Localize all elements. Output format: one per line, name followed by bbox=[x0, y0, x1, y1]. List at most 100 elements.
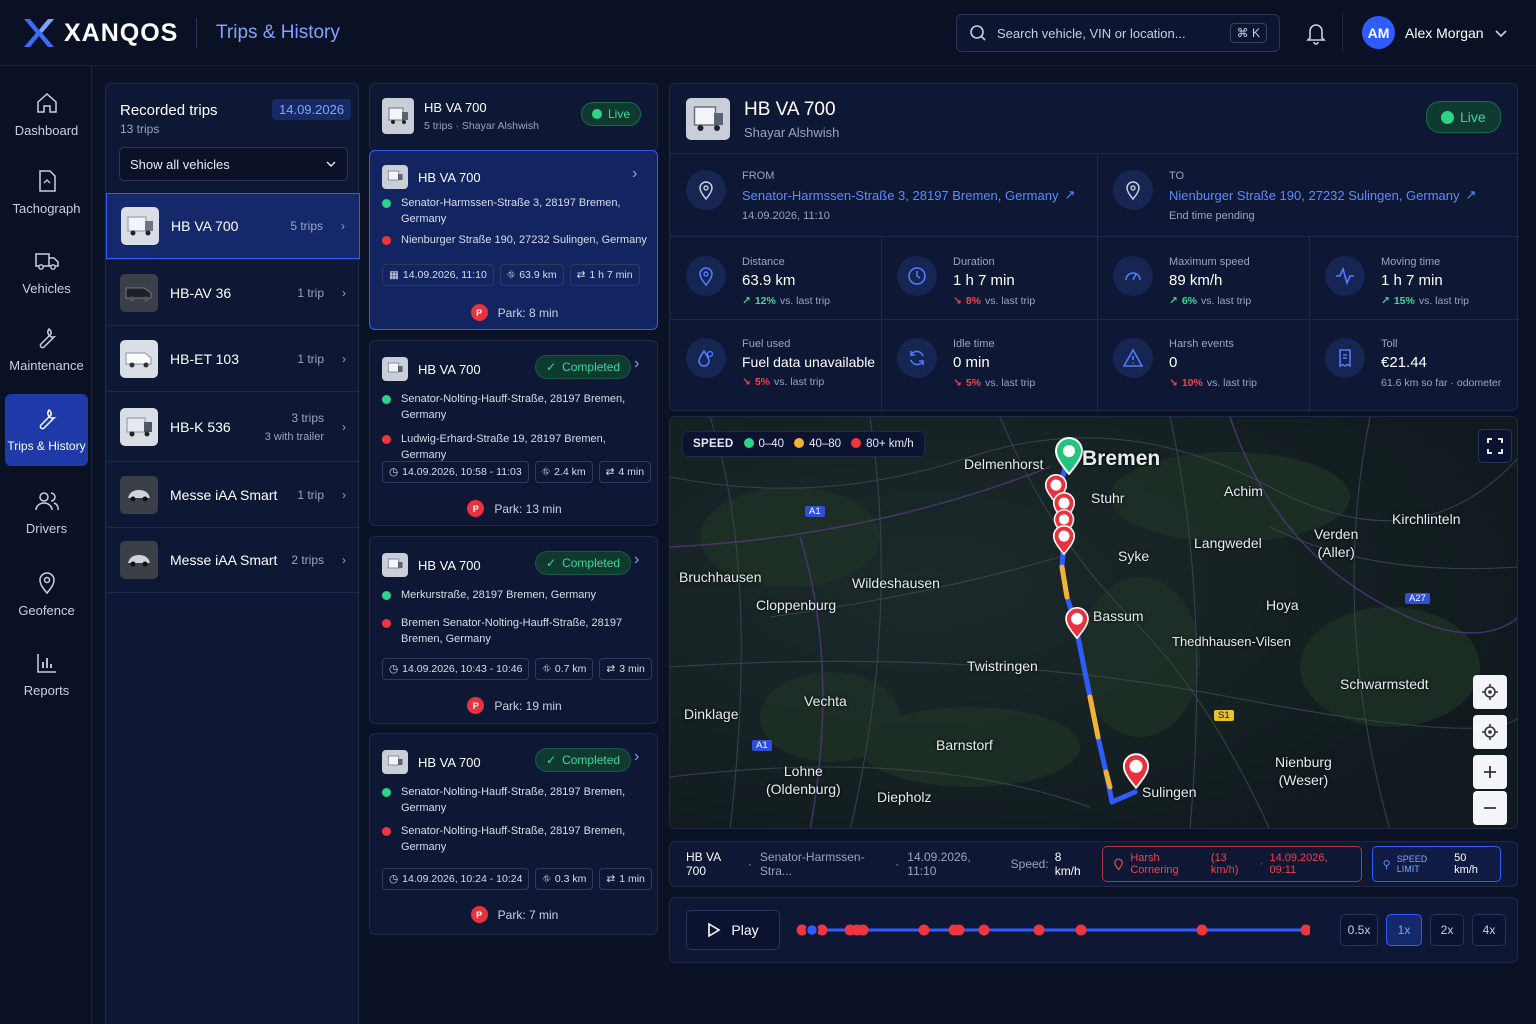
stat-label: Fuel used bbox=[742, 338, 791, 350]
speed-0.5x-button[interactable]: 0.5x bbox=[1340, 914, 1378, 946]
trip-map[interactable]: Bremen Delmenhorst Stuhr Achim Kirchlint… bbox=[669, 416, 1518, 829]
vehicle-item[interactable]: HB-AV 36 1 trip › bbox=[106, 259, 360, 325]
vehicle-filter-value: Show all vehicles bbox=[130, 156, 230, 172]
trip-card[interactable]: HB VA 700 › Senator-Harmssen-Straße 3, 2… bbox=[369, 150, 658, 330]
search-input[interactable] bbox=[997, 25, 1220, 41]
locate-button[interactable] bbox=[1473, 675, 1507, 709]
from-address-link[interactable]: Senator-Harmssen-Straße 3, 28197 Bremen,… bbox=[742, 187, 1075, 203]
sidebar-item-trips-history[interactable]: Trips & History bbox=[5, 394, 88, 466]
sidebar-item-tachograph[interactable]: Tachograph bbox=[5, 156, 88, 228]
stat-trend: 12% bbox=[754, 295, 776, 307]
search-box[interactable]: ⌘ K bbox=[956, 14, 1280, 52]
stat-note: vs. last trip bbox=[985, 377, 1036, 389]
map-city-label: Cloppenburg bbox=[756, 597, 837, 613]
trip-time-chip: ◷ 14.09.2026, 10:24 - 10:24 bbox=[382, 868, 530, 890]
stat-label: Idle time bbox=[953, 338, 995, 350]
minus-icon bbox=[1484, 807, 1496, 809]
stat-trend: 15% bbox=[1393, 295, 1415, 307]
map-city-label: Langwedel bbox=[1194, 535, 1262, 551]
vehicle-name: HB VA 700 bbox=[171, 218, 239, 234]
divider bbox=[1097, 153, 1098, 236]
vehicle-name: Messe iAA Smart bbox=[170, 486, 278, 503]
recorded-trips-panel: Recorded trips 13 trips 14.09.2026 Show … bbox=[105, 83, 360, 1024]
separator-dot: · bbox=[895, 857, 900, 871]
vehicle-name: HB-AV 36 bbox=[170, 284, 232, 301]
speed-4x-button[interactable]: 4x bbox=[1472, 914, 1506, 946]
trip-to-block: TO Nienburger Straße 190, 27232 Sulingen… bbox=[1113, 170, 1476, 222]
trip-duration-chip: ⇄ 1 min bbox=[599, 868, 652, 890]
vehicle-item[interactable]: Messe iAA Smart 1 trip › bbox=[106, 461, 360, 527]
map-road-label: A27 bbox=[1405, 593, 1430, 604]
sidebar-item-label: Drivers bbox=[25, 520, 68, 536]
chevron-right-icon: › bbox=[634, 355, 640, 372]
detail-driver-name: Shayar Alshwish bbox=[744, 124, 840, 140]
speed-legend: SPEED 0–40 40–80 80+ km/h bbox=[682, 431, 925, 457]
stat-note: 61.6 km so far · odometer bbox=[1381, 377, 1502, 389]
trip-card[interactable]: HB VA 700 ✓ Completed › Merkurstraße, 281… bbox=[369, 536, 658, 724]
stat-note: vs. last trip bbox=[774, 376, 825, 388]
speed-1x-button[interactable]: 1x bbox=[1386, 914, 1422, 946]
stat-idle-time: Idle time 0 min ↘ 5% vs. last trip bbox=[897, 338, 1035, 389]
vehicle-item[interactable]: HB-K 536 3 trips 3 with trailer › bbox=[106, 391, 360, 461]
harsh-event-chip[interactable]: Harsh Cornering (13 km/h) · 14.09.2026, … bbox=[1102, 846, 1362, 882]
vehicle-item[interactable]: HB VA 700 5 trips › bbox=[106, 193, 360, 259]
from-label: FROM bbox=[742, 170, 775, 182]
trip-card[interactable]: HB VA 700 ✓ Completed › Senator-Nolting-H… bbox=[369, 733, 658, 935]
map-city-label: Kirchlinteln bbox=[1392, 511, 1461, 527]
parking-icon: P bbox=[470, 906, 488, 923]
clock-icon: ◷ bbox=[389, 873, 399, 885]
trend-up-icon: ↗ bbox=[742, 295, 751, 307]
trend-up-icon: ↗ bbox=[1381, 295, 1390, 307]
stat-value: 0 min bbox=[953, 354, 990, 371]
map-city-label: Verden (Aller) bbox=[1314, 526, 1359, 560]
trip-time-chip: ◷ 14.09.2026, 10:58 - 11:03 bbox=[382, 461, 529, 483]
status-badge: ✓ Completed bbox=[535, 748, 632, 772]
zoom-in-button[interactable] bbox=[1473, 755, 1507, 789]
trip-card[interactable]: HB VA 700 ✓ Completed › Senator-Nolting-H… bbox=[369, 340, 658, 526]
recenter-button[interactable] bbox=[1473, 715, 1507, 749]
sidebar-item-geofence[interactable]: Geofence bbox=[5, 558, 88, 630]
map-city-label: Schwarmstedt bbox=[1340, 676, 1429, 692]
trip-list-vehicle-sub: 5 trips · Shayar Alshwish bbox=[424, 120, 539, 132]
date-badge[interactable]: 14.09.2026 bbox=[272, 99, 352, 120]
map-city-label: Nienburg (Weser) bbox=[1275, 754, 1332, 788]
user-menu[interactable]: AM Alex Morgan bbox=[1362, 16, 1508, 49]
live-dot-icon bbox=[1441, 110, 1454, 124]
sidebar-item-drivers[interactable]: Drivers bbox=[5, 476, 88, 548]
trip-from-address: Senator-Nolting-Hauff-Straße, 28197 Brem… bbox=[401, 393, 626, 421]
info-speed-value: 8 km/h bbox=[1054, 850, 1081, 878]
status-badge: ✓ Completed bbox=[535, 551, 632, 575]
vehicle-filter-select[interactable]: Show all vehicles bbox=[119, 147, 348, 181]
vehicle-item[interactable]: Messe iAA Smart 2 trips › bbox=[106, 527, 360, 593]
zoom-out-button[interactable] bbox=[1473, 791, 1507, 825]
play-button[interactable]: Play bbox=[686, 910, 780, 950]
sidebar-item-label: Vehicles bbox=[22, 280, 71, 296]
vehicle-item[interactable]: HB-ET 103 1 trip › bbox=[106, 325, 360, 391]
trend-up-icon: ↗ bbox=[1169, 295, 1178, 307]
stat-note: vs. last trip bbox=[779, 295, 831, 307]
location-pin-icon bbox=[686, 170, 726, 210]
stat-value: 63.9 km bbox=[742, 272, 796, 289]
from-time: 14.09.2026, 11:10 bbox=[742, 210, 830, 222]
crosshair-icon bbox=[1482, 724, 1498, 740]
warning-icon bbox=[1113, 338, 1153, 378]
sidebar-item-reports[interactable]: Reports bbox=[5, 638, 88, 710]
brand-logo[interactable]: XANQOS bbox=[22, 17, 178, 49]
timeline-scrubber[interactable] bbox=[794, 918, 1310, 942]
sidebar-item-dashboard[interactable]: Dashboard bbox=[5, 78, 88, 150]
trip-to: Senator-Nolting-Hauff-Straße, 28197 Brem… bbox=[382, 823, 647, 855]
trip-distance: 0.3 km bbox=[554, 873, 587, 885]
notifications-bell-icon[interactable] bbox=[1304, 20, 1328, 51]
stat-note: vs. last trip bbox=[1201, 295, 1252, 307]
to-address-link[interactable]: Nienburger Straße 190, 27232 Sulingen, G… bbox=[1169, 187, 1476, 203]
trend-down-icon: ↘ bbox=[953, 295, 962, 307]
sidebar-item-vehicles[interactable]: Vehicles bbox=[5, 236, 88, 308]
speed-2x-button[interactable]: 2x bbox=[1430, 914, 1464, 946]
speed-limit-label: SPEED LIMIT bbox=[1396, 854, 1428, 874]
stat-value: 0 bbox=[1169, 354, 1178, 371]
fullscreen-button[interactable] bbox=[1478, 429, 1512, 463]
stat-label: Distance bbox=[742, 256, 785, 268]
calendar-icon: ▦ bbox=[389, 269, 399, 281]
speed-limit-value: 50 km/h bbox=[1454, 852, 1478, 876]
sidebar-item-maintenance[interactable]: Maintenance bbox=[5, 313, 88, 385]
